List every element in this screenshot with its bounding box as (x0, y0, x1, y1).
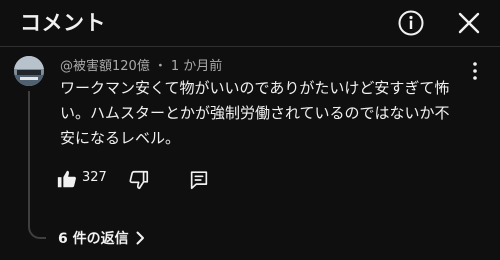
close-button[interactable] (455, 9, 483, 37)
meta-separator: ・ (153, 59, 167, 74)
panel-title: コメント (20, 11, 106, 35)
replies-label: 6 件の返信 (58, 231, 129, 247)
thumbs-up-icon (57, 170, 76, 188)
comment-item: @被害額120億・ 1 か月前 ワークマン安くて物がいいのでありがたいけど安すぎて… (0, 47, 500, 260)
more-options-button[interactable] (468, 59, 482, 83)
dislike-button[interactable] (126, 166, 154, 192)
chevron-right-icon (136, 231, 144, 245)
info-circle-icon (398, 10, 424, 36)
avatar[interactable] (14, 56, 44, 86)
like-count: 327 (82, 170, 107, 185)
comment-meta: @被害額120億・ 1 か月前 (60, 55, 222, 74)
comment-text: ワークマン安くて物がいいのでありがたいけど安すぎて怖い。ハムスターとかが強制労働… (60, 79, 450, 147)
like-button[interactable]: 327 (56, 166, 116, 192)
close-icon (458, 12, 480, 34)
comment-author[interactable]: @被害額120億 (60, 59, 150, 74)
view-replies-button[interactable]: 6 件の返信 (58, 228, 145, 248)
reply-thread-line (28, 91, 46, 239)
info-button[interactable] (397, 9, 425, 37)
more-vert-icon (473, 62, 477, 80)
comment-actions: 327 (56, 166, 256, 192)
reply-button[interactable] (186, 166, 214, 192)
comments-header: コメント (0, 0, 500, 47)
thumbs-down-icon (129, 170, 149, 190)
avatar-image (14, 56, 44, 86)
reply-icon (190, 171, 208, 190)
comment-time[interactable]: 1 か月前 (171, 59, 222, 74)
